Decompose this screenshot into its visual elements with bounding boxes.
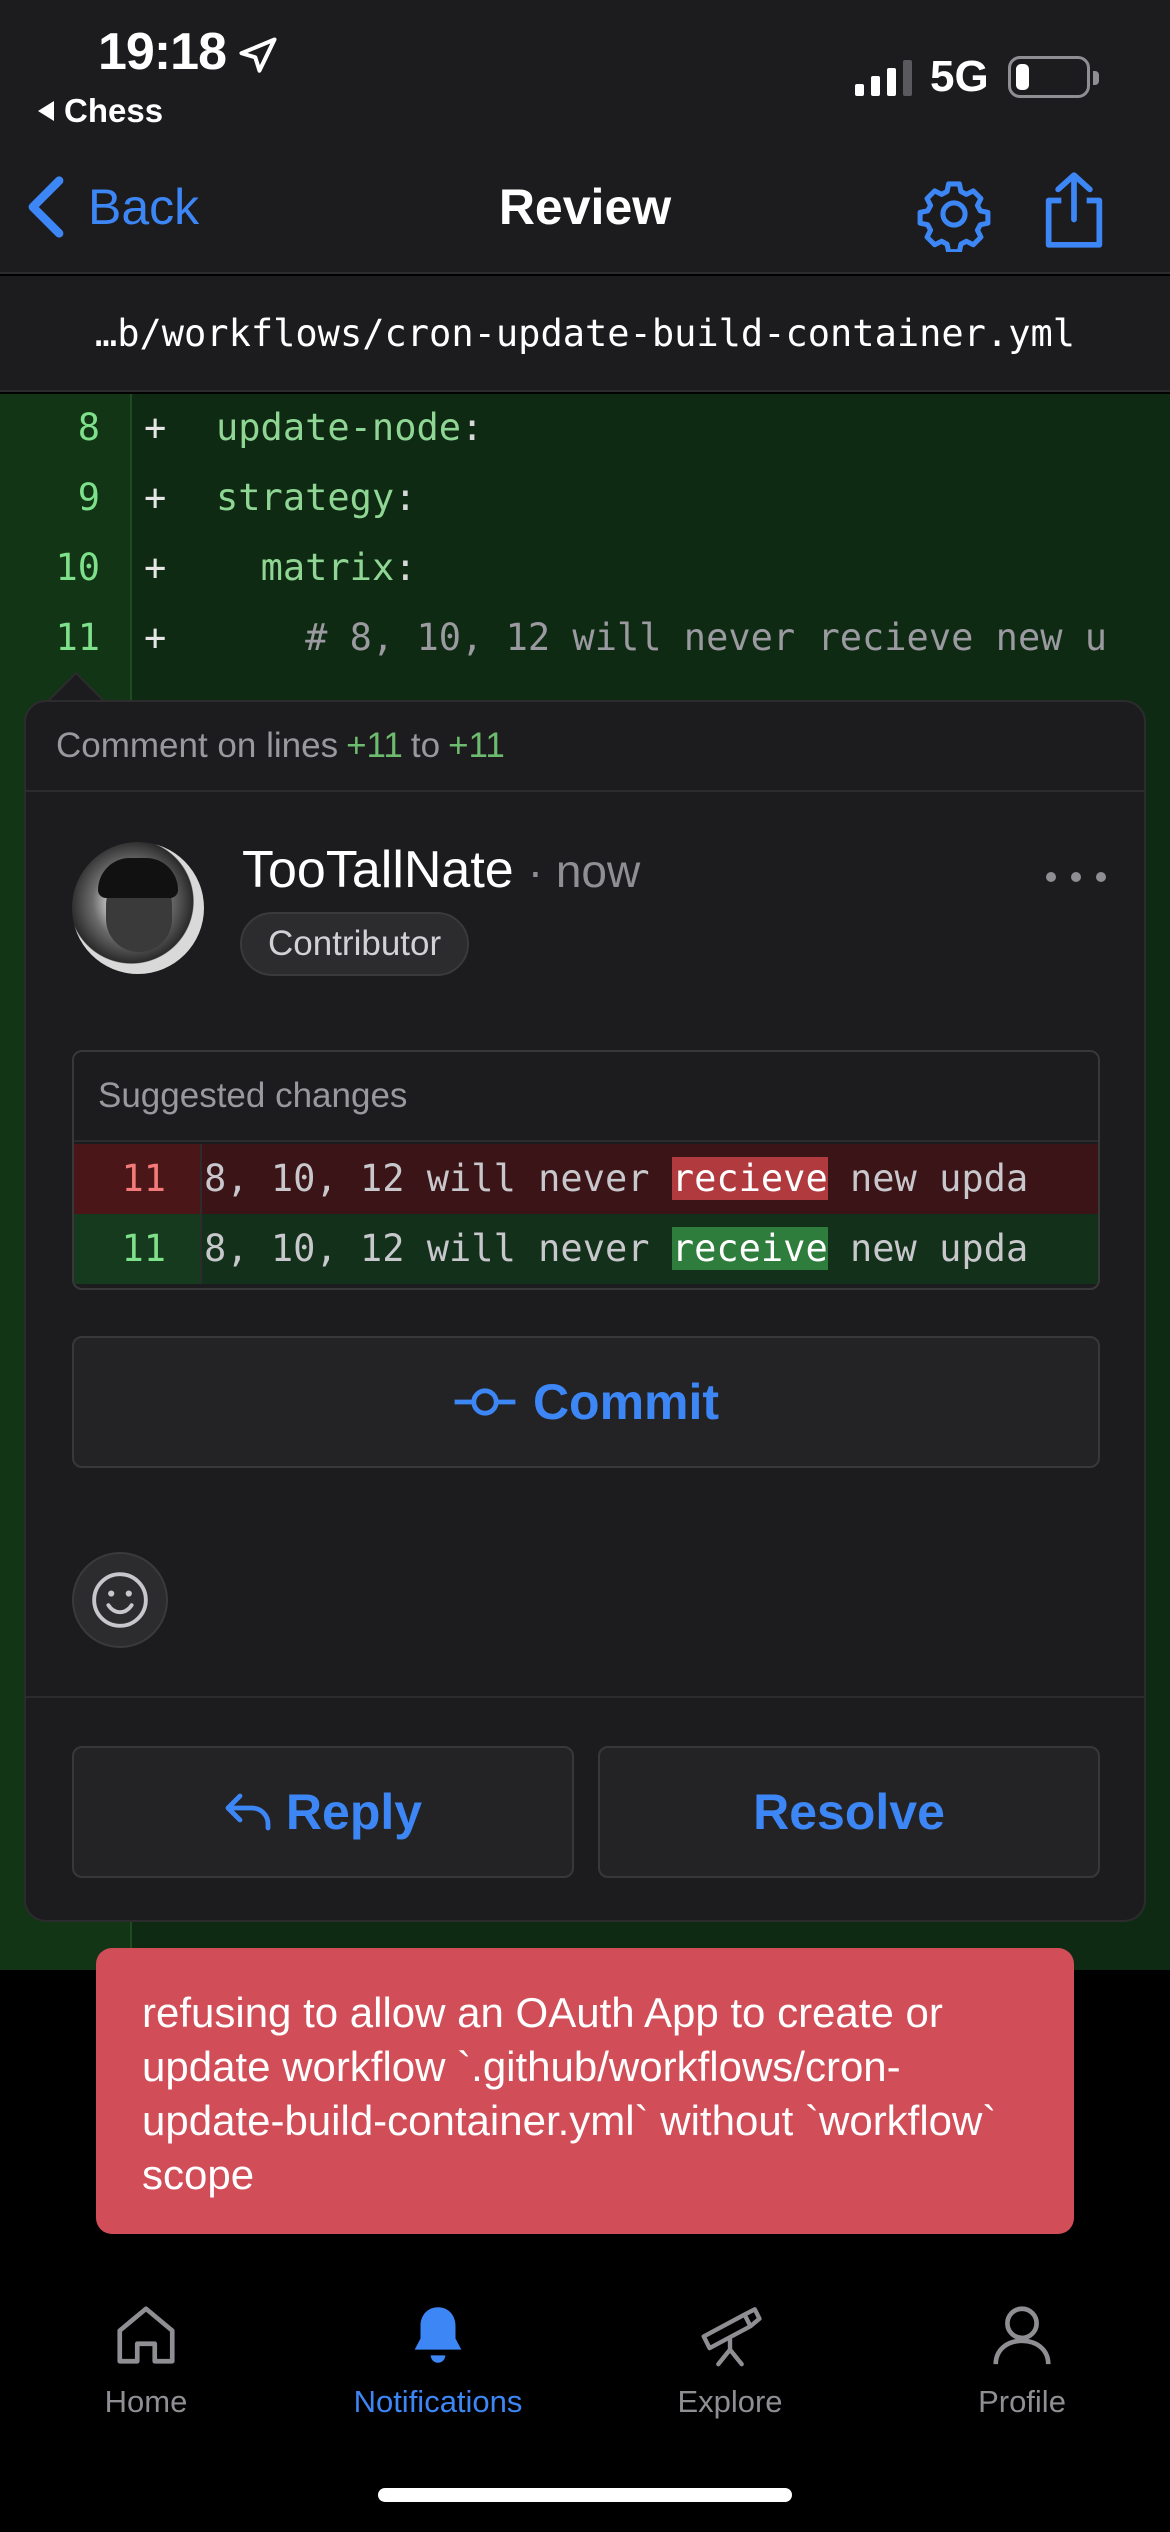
added-text-before: 8, 10, 12 will never	[204, 1227, 672, 1270]
tab-explore[interactable]: Explore	[584, 2300, 876, 2470]
code-key: update-node	[216, 406, 462, 449]
comment-header-prefix: Comment on lines	[56, 726, 339, 765]
line-end: +11	[448, 726, 505, 765]
diff-sign: +	[144, 406, 167, 449]
battery-icon	[1008, 56, 1099, 98]
review-comment-card: Comment on lines +11 to +11 TooTallNate ·…	[24, 700, 1146, 1922]
back-triangle-icon	[38, 101, 54, 121]
removed-line-number: 11	[74, 1144, 202, 1214]
telescope-icon	[701, 2307, 762, 2367]
comment-author-line: TooTallNate · now	[242, 840, 640, 900]
suggestion-added-line: 11 8, 10, 12 will never receive new upda	[74, 1214, 1098, 1284]
more-dot	[1071, 872, 1081, 882]
card-divider	[26, 1696, 1144, 1698]
line-number: 10	[55, 546, 100, 589]
diff-sign: +	[144, 546, 167, 589]
removed-text-after: new upda	[827, 1157, 1029, 1200]
code-key: strategy	[216, 476, 395, 519]
git-commit-icon	[454, 1388, 516, 1416]
resolve-label: Resolve	[753, 1784, 945, 1840]
code-punct: :	[461, 406, 484, 449]
reply-label: Reply	[285, 1784, 423, 1840]
file-path-bar: …b/workflows/cron-update-build-container…	[0, 276, 1170, 392]
error-toast[interactable]: refusing to allow an OAuth App to create…	[96, 1948, 1074, 2234]
status-time: 19:18	[98, 23, 227, 81]
chevron-left-icon	[28, 176, 64, 238]
role-badge: Contributor	[240, 912, 470, 976]
battery-level	[1016, 64, 1029, 90]
suggested-changes-box: Suggested changes 11 8, 10, 12 will neve…	[72, 1050, 1100, 1290]
resolve-button[interactable]: Resolve	[598, 1746, 1100, 1878]
comment-header-to: to	[410, 726, 441, 765]
commit-button[interactable]: Commit	[72, 1336, 1100, 1468]
code-comment: # 8, 10, 12 will never recieve new u	[305, 616, 1108, 659]
added-highlight: receive	[671, 1227, 828, 1270]
suggestion-removed-line: 11 8, 10, 12 will never recieve new upda	[74, 1144, 1098, 1214]
battery-nub	[1093, 71, 1099, 85]
bell-icon	[414, 2307, 462, 2363]
code-punct: :	[394, 546, 417, 589]
commit-label: Commit	[532, 1374, 720, 1430]
removed-text-before: 8, 10, 12 will never	[204, 1157, 672, 1200]
tab-home-label: Home	[104, 2384, 188, 2419]
file-path: …b/workflows/cron-update-build-container…	[94, 311, 1076, 355]
tab-notifications-label: Notifications	[353, 2384, 523, 2419]
more-options-icon[interactable]	[1046, 862, 1106, 892]
navigation-bar: Back Review	[0, 150, 1170, 274]
diff-line[interactable]: 8 + update-node:	[0, 394, 1170, 464]
back-button[interactable]: Back	[24, 172, 199, 242]
avatar[interactable]	[72, 842, 204, 974]
code-key: matrix	[260, 546, 395, 589]
added-text-after: new upda	[827, 1227, 1029, 1270]
avatar-cap	[98, 858, 178, 898]
tab-profile-label: Profile	[978, 2384, 1066, 2419]
gear-icon[interactable]	[916, 176, 992, 252]
suggested-changes-title: Suggested changes	[74, 1052, 1098, 1142]
home-indicator[interactable]	[378, 2488, 792, 2502]
diff-line[interactable]: 9 + strategy:	[0, 464, 1170, 534]
more-dot	[1046, 872, 1056, 882]
added-line-number: 11	[74, 1214, 202, 1284]
status-bar: 19:18 Chess 5G	[0, 0, 1170, 150]
network-type: 5G	[930, 52, 989, 101]
removed-highlight: recieve	[671, 1157, 828, 1200]
line-number: 11	[55, 616, 100, 659]
line-number: 9	[77, 476, 100, 519]
comment-author[interactable]: TooTallNate	[242, 841, 514, 899]
diff-line[interactable]: 11 + # 8, 10, 12 will never recieve new …	[0, 604, 1170, 674]
comment-time: · now	[527, 845, 641, 897]
reply-button[interactable]: Reply	[72, 1746, 574, 1878]
location-arrow-icon	[239, 37, 277, 73]
smiley-icon	[92, 1572, 148, 1628]
back-to-app-link[interactable]: Chess	[38, 92, 163, 130]
tab-explore-label: Explore	[677, 2384, 783, 2419]
share-icon[interactable]	[1036, 168, 1112, 252]
tab-home[interactable]: Home	[0, 2300, 292, 2470]
person-icon	[993, 2306, 1051, 2365]
tab-profile[interactable]: Profile	[876, 2300, 1168, 2470]
reply-arrow-icon	[225, 1793, 271, 1831]
line-start: +11	[346, 726, 403, 765]
more-dot	[1096, 872, 1106, 882]
code-punct: :	[394, 476, 417, 519]
line-number: 8	[77, 406, 100, 449]
diff-sign: +	[144, 476, 167, 519]
diff-line[interactable]: 10 + matrix:	[0, 534, 1170, 604]
tab-notifications[interactable]: Notifications	[292, 2300, 584, 2470]
back-button-label: Back	[88, 179, 200, 235]
diff-sign: +	[144, 616, 167, 659]
cellular-signal-icon	[855, 60, 912, 96]
add-reaction-button[interactable]	[72, 1552, 168, 1648]
home-icon	[117, 2306, 175, 2364]
comment-lines-header: Comment on lines +11 to +11	[26, 702, 1144, 792]
back-app-label: Chess	[64, 92, 164, 129]
